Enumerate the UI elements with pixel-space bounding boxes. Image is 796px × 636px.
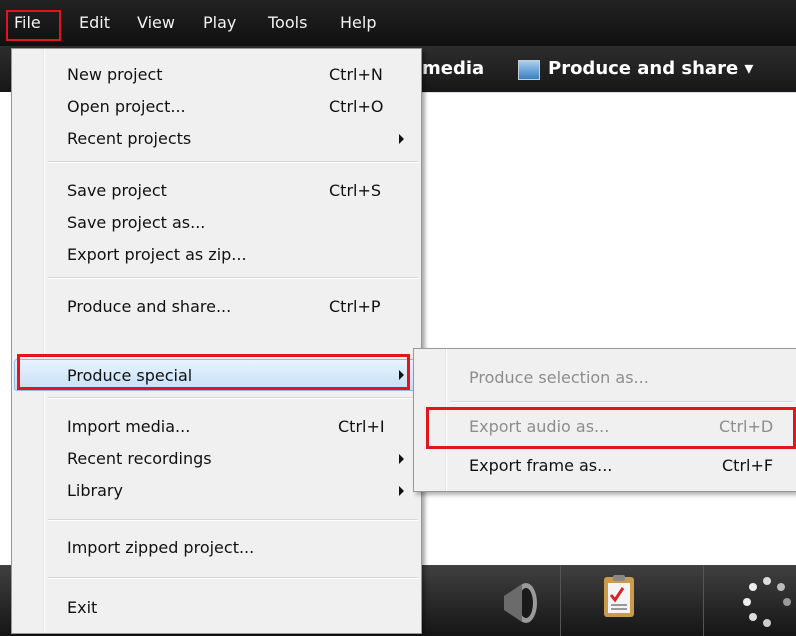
- produce-special-submenu: Produce selection as... Export audio as.…: [413, 348, 796, 492]
- menu-item-label: Produce selection as...: [469, 368, 649, 387]
- menu-item-label: Save project: [67, 181, 167, 200]
- canvas-area: [418, 92, 796, 563]
- menu-item-label: Exit: [67, 598, 98, 617]
- submenu-item-produce-selection[interactable]: Produce selection as...: [416, 362, 796, 394]
- menu-item-shortcut: Ctrl+O: [329, 97, 384, 116]
- menu-item-import-zipped-project[interactable]: Import zipped project...: [14, 532, 419, 564]
- menu-play[interactable]: Play: [203, 0, 236, 46]
- menu-item-library[interactable]: Library: [14, 475, 419, 507]
- menu-separator: [48, 577, 418, 579]
- menu-item-label: Recent recordings: [67, 449, 212, 468]
- menu-item-shortcut: Ctrl+I: [338, 417, 385, 436]
- clipboard-icon[interactable]: [602, 573, 636, 619]
- menu-item-import-media[interactable]: Import media... Ctrl+I: [14, 411, 419, 443]
- menu-separator: [48, 161, 418, 163]
- menu-item-exit[interactable]: Exit: [14, 592, 419, 624]
- menu-item-save-project[interactable]: Save project Ctrl+S: [14, 175, 419, 207]
- produce-special-highlight-box: [17, 354, 410, 390]
- menu-item-new-project[interactable]: New project Ctrl+N: [14, 59, 419, 91]
- submenu-arrow-icon: [399, 454, 404, 464]
- submenu-arrow-icon: [399, 486, 404, 496]
- file-highlight-box: [6, 10, 61, 41]
- menu-help[interactable]: Help: [340, 0, 376, 46]
- menu-item-label: New project: [67, 65, 163, 84]
- menu-item-shortcut: Ctrl+N: [329, 65, 383, 84]
- menu-item-shortcut: Ctrl+F: [722, 456, 774, 475]
- menu-item-shortcut: Ctrl+P: [329, 297, 381, 316]
- menu-item-label: Open project...: [67, 97, 186, 116]
- submenu-arrow-icon: [399, 134, 404, 144]
- file-menu: New project Ctrl+N Open project... Ctrl+…: [11, 48, 422, 634]
- menu-item-produce-and-share[interactable]: Produce and share... Ctrl+P: [14, 291, 419, 323]
- menu-view[interactable]: View: [137, 0, 175, 46]
- menu-item-label: Save project as...: [67, 213, 206, 232]
- menu-separator: [48, 277, 418, 279]
- submenu-item-export-frame[interactable]: Export frame as... Ctrl+F: [416, 450, 796, 482]
- menu-item-open-project[interactable]: Open project... Ctrl+O: [14, 91, 419, 123]
- menu-item-label: Library: [67, 481, 123, 500]
- menu-edit[interactable]: Edit: [79, 0, 110, 46]
- menu-separator: [48, 519, 418, 521]
- menu-item-label: Export frame as...: [469, 456, 613, 475]
- menu-item-save-project-as[interactable]: Save project as...: [14, 207, 419, 239]
- menu-item-label: Produce and share...: [67, 297, 232, 316]
- produce-and-share-button[interactable]: Produce and share ▾: [548, 46, 753, 92]
- menu-item-recent-projects[interactable]: Recent projects: [14, 123, 419, 155]
- menu-item-label: Import zipped project...: [67, 538, 255, 557]
- menu-tools[interactable]: Tools: [268, 0, 307, 46]
- export-audio-highlight-box: [426, 407, 796, 449]
- speaker-icon[interactable]: [500, 580, 542, 626]
- menu-separator: [48, 397, 418, 399]
- loading-icon[interactable]: [742, 575, 792, 629]
- menu-item-recent-recordings[interactable]: Recent recordings: [14, 443, 419, 475]
- menu-item-label: Recent projects: [67, 129, 192, 148]
- menu-item-export-project-zip[interactable]: Export project as zip...: [14, 239, 419, 271]
- import-media-button[interactable]: media: [422, 46, 484, 92]
- menu-bar: File Edit View Play Tools Help: [0, 0, 796, 46]
- menu-item-shortcut: Ctrl+S: [329, 181, 382, 200]
- menu-separator: [450, 401, 794, 403]
- menu-item-label: Import media...: [67, 417, 191, 436]
- film-icon: [518, 60, 540, 80]
- menu-item-label: Export project as zip...: [67, 245, 247, 264]
